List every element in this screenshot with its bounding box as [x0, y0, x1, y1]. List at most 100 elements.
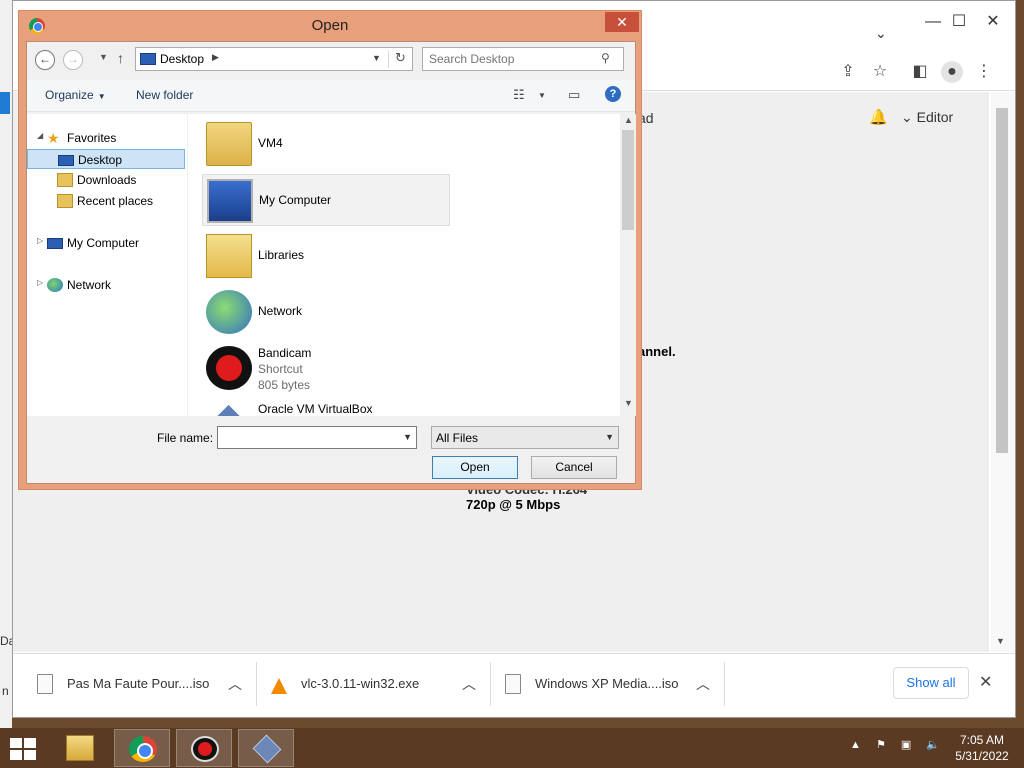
- action-center-flag-icon[interactable]: ⚑: [876, 739, 886, 751]
- background-text-2: n: [2, 684, 9, 698]
- file-type-select[interactable]: All Files ▼: [431, 426, 619, 449]
- bandicam-record-icon: [191, 736, 219, 762]
- tab-search-chevron-icon[interactable]: ⌄: [875, 25, 887, 42]
- search-box[interactable]: ⚲: [422, 47, 624, 71]
- taskbar: ▲ ⚑ ▣ 🔈 7:05 AM 5/31/2022: [0, 728, 1024, 768]
- back-arrow-icon[interactable]: ←: [35, 50, 55, 70]
- nav-item-favorites[interactable]: ◢ ★ Favorites: [27, 128, 185, 148]
- dialog-close-button[interactable]: ✕: [605, 12, 639, 32]
- user-folder-icon: [206, 122, 252, 166]
- chevron-down-icon: ⌄: [901, 109, 917, 125]
- cancel-button[interactable]: Cancel: [531, 456, 617, 479]
- desktop-icon: [58, 155, 74, 166]
- taskbar-clock[interactable]: 7:05 AM 5/31/2022: [950, 732, 1014, 764]
- vlc-icon: [271, 674, 287, 694]
- file-item-vm4[interactable]: VM4: [202, 118, 450, 170]
- virtualbox-icon: [209, 404, 249, 416]
- close-button[interactable]: ✕: [977, 9, 1009, 35]
- bitrate-text: 720p @ 5 Mbps: [466, 497, 561, 512]
- organize-button[interactable]: Organize ▼: [45, 88, 106, 102]
- forward-arrow-icon[interactable]: →: [63, 50, 83, 70]
- refresh-icon[interactable]: ↻: [388, 50, 412, 68]
- volume-muted-icon[interactable]: 🔈: [926, 739, 940, 751]
- new-folder-button[interactable]: New folder: [136, 88, 193, 102]
- show-hidden-icons-icon[interactable]: ▲: [850, 739, 861, 751]
- preview-pane-icon[interactable]: ▭: [568, 87, 580, 103]
- scroll-down-arrow-icon[interactable]: ▼: [624, 398, 633, 408]
- network-globe-icon: [47, 278, 63, 292]
- file-item-bandicam[interactable]: Bandicam Shortcut 805 bytes: [202, 342, 450, 394]
- search-input[interactable]: [429, 51, 595, 67]
- network-status-icon[interactable]: ▣: [901, 739, 911, 751]
- show-all-button[interactable]: Show all: [893, 667, 969, 699]
- clock-date: 5/31/2022: [955, 749, 1009, 763]
- editor-menu[interactable]: ⌄ Editor: [901, 109, 953, 126]
- maximize-button[interactable]: ☐: [943, 9, 975, 35]
- nav-item-network[interactable]: ▷ Network: [27, 275, 185, 295]
- nav-item-desktop[interactable]: Desktop: [27, 149, 185, 169]
- download-item[interactable]: Pas Ma Faute Pour....iso ︿: [25, 662, 257, 706]
- file-type-dropdown-icon[interactable]: ▼: [605, 432, 614, 442]
- file-name-dropdown-icon[interactable]: ▼: [403, 432, 412, 442]
- close-download-bar-icon[interactable]: ✕: [979, 672, 992, 692]
- nav-item-downloads[interactable]: Downloads: [27, 170, 185, 190]
- nav-item-my-computer[interactable]: ▷ My Computer: [27, 233, 185, 253]
- windows-start-icon[interactable]: [10, 738, 38, 760]
- chevron-up-icon[interactable]: ︿: [696, 674, 710, 694]
- taskbar-bandicam[interactable]: [176, 729, 232, 767]
- up-arrow-icon[interactable]: ↑: [117, 50, 124, 66]
- taskbar-virtualbox[interactable]: [238, 729, 294, 767]
- file-item-libraries[interactable]: Libraries: [202, 230, 450, 282]
- chevron-up-icon[interactable]: ︿: [462, 674, 476, 694]
- share-icon[interactable]: ⇪: [837, 61, 859, 83]
- search-icon[interactable]: ⚲: [601, 51, 610, 65]
- page-scrollbar[interactable]: ▼: [991, 92, 1015, 652]
- change-view-icon[interactable]: ☷: [513, 87, 525, 103]
- command-bar: Organize ▼ New folder ☷ ▼ ▭ ?: [27, 80, 635, 112]
- file-list-scrollbar[interactable]: ▲ ▼: [620, 114, 636, 416]
- recent-locations-dropdown-icon[interactable]: ▼: [99, 52, 108, 62]
- bookmark-star-icon[interactable]: ☆: [869, 61, 891, 83]
- file-list-scroll-thumb[interactable]: [622, 130, 634, 230]
- taskbar-chrome[interactable]: [114, 729, 170, 767]
- path-breadcrumb[interactable]: Desktop ▶ ▼ ↻: [135, 47, 413, 71]
- network-globe-icon: [206, 290, 252, 334]
- notifications-bell-icon[interactable]: 🔔: [869, 108, 888, 126]
- dialog-title: Open: [311, 17, 349, 34]
- file-name-label: File name:: [157, 431, 214, 445]
- collapsed-arrow-icon[interactable]: ▷: [37, 236, 43, 245]
- background-window-strip: Da n: [0, 0, 15, 728]
- file-item-my-computer[interactable]: My Computer: [202, 174, 450, 226]
- chevron-up-icon[interactable]: ︿: [228, 674, 242, 694]
- file-item-virtualbox[interactable]: Oracle VM VirtualBox: [202, 398, 450, 416]
- file-list: VM4 My Computer Libraries Network Bandic…: [188, 114, 620, 416]
- download-bar: Pas Ma Faute Pour....iso ︿ vlc-3.0.11-wi…: [13, 653, 1015, 717]
- scroll-up-arrow-icon[interactable]: ▲: [624, 115, 633, 125]
- profile-avatar-icon[interactable]: ●: [941, 61, 963, 83]
- menu-kebab-icon[interactable]: ⋮: [973, 61, 995, 83]
- path-dropdown-icon[interactable]: ▼: [372, 53, 381, 63]
- view-options-dropdown-icon[interactable]: ▼: [538, 91, 546, 100]
- scroll-down-arrow-icon[interactable]: ▼: [996, 636, 1005, 646]
- open-button[interactable]: Open: [432, 456, 518, 479]
- nav-item-recent-places[interactable]: Recent places: [27, 191, 185, 211]
- download-item[interactable]: vlc-3.0.11-win32.exe ︿: [259, 662, 491, 706]
- downloads-folder-icon: [57, 173, 73, 187]
- nav-label: Network: [67, 278, 112, 292]
- collapsed-arrow-icon[interactable]: ▷: [37, 278, 43, 287]
- file-item-network[interactable]: Network: [202, 286, 450, 338]
- virtualbox-icon: [252, 734, 282, 764]
- page-scroll-thumb[interactable]: [996, 108, 1008, 453]
- breadcrumb-chevron-icon[interactable]: ▶: [212, 52, 219, 63]
- chrome-icon: [129, 736, 157, 762]
- download-item[interactable]: Windows XP Media....iso ︿: [493, 662, 725, 706]
- file-size: 805 bytes: [258, 378, 311, 392]
- taskbar-file-explorer[interactable]: [52, 729, 108, 767]
- file-name-combobox[interactable]: ▼: [217, 426, 417, 449]
- page-channel-text: annel.: [638, 344, 676, 359]
- breadcrumb-location[interactable]: Desktop: [160, 52, 204, 66]
- side-panel-icon[interactable]: ◧: [909, 61, 931, 83]
- help-icon[interactable]: ?: [605, 86, 621, 102]
- editor-label: Editor: [916, 109, 954, 125]
- expand-arrow-icon[interactable]: ◢: [37, 131, 43, 140]
